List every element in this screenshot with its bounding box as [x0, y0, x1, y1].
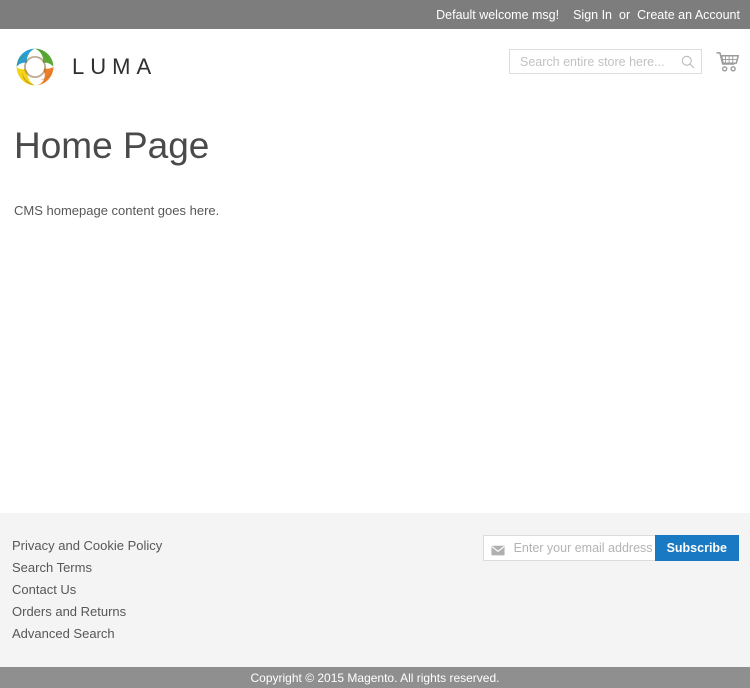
newsletter-field[interactable]	[482, 535, 655, 561]
sign-in-link[interactable]: Sign In	[573, 8, 612, 22]
footer-links: Privacy and Cookie Policy Search Terms C…	[12, 535, 162, 645]
newsletter-form: Subscribe	[482, 535, 739, 561]
footer-link-privacy-and-cookie-policy[interactable]: Privacy and Cookie Policy	[12, 535, 162, 557]
search-icon[interactable]	[681, 55, 695, 69]
footer-link-contact-us[interactable]: Contact Us	[12, 579, 162, 601]
logo-text: LUMA	[72, 53, 158, 79]
newsletter-email-input[interactable]	[511, 540, 655, 556]
header-actions	[509, 49, 740, 74]
envelope-icon	[491, 543, 505, 555]
cms-content-text: CMS homepage content goes here.	[14, 202, 220, 218]
shopping-cart-icon[interactable]	[716, 51, 740, 73]
copyright-bar: Copyright © 2015 Magento. All rights res…	[0, 667, 750, 688]
site-header: LUMA	[0, 29, 750, 104]
welcome-message: Default welcome msg!	[436, 7, 560, 22]
subscribe-button[interactable]: Subscribe	[654, 535, 739, 561]
main-content: Home Page CMS homepage content goes here…	[0, 125, 750, 218]
luma-pinwheel-logo-icon	[12, 44, 58, 90]
footer-link-search-terms[interactable]: Search Terms	[12, 557, 162, 579]
search-box[interactable]	[509, 49, 702, 74]
copyright-text: Copyright © 2015 Magento. All rights res…	[250, 670, 500, 685]
logo-link[interactable]: LUMA	[12, 44, 157, 90]
footer-link-advanced-search[interactable]: Advanced Search	[12, 623, 162, 645]
page-title: Home Page	[14, 125, 210, 166]
top-panel: Default welcome msg! Sign In or Create a…	[0, 0, 750, 29]
or-separator: or	[619, 7, 631, 22]
footer-link-orders-and-returns[interactable]: Orders and Returns	[12, 601, 162, 623]
site-footer: Privacy and Cookie Policy Search Terms C…	[0, 513, 750, 667]
search-input[interactable]	[518, 53, 677, 70]
create-account-link[interactable]: Create an Account	[637, 8, 740, 22]
